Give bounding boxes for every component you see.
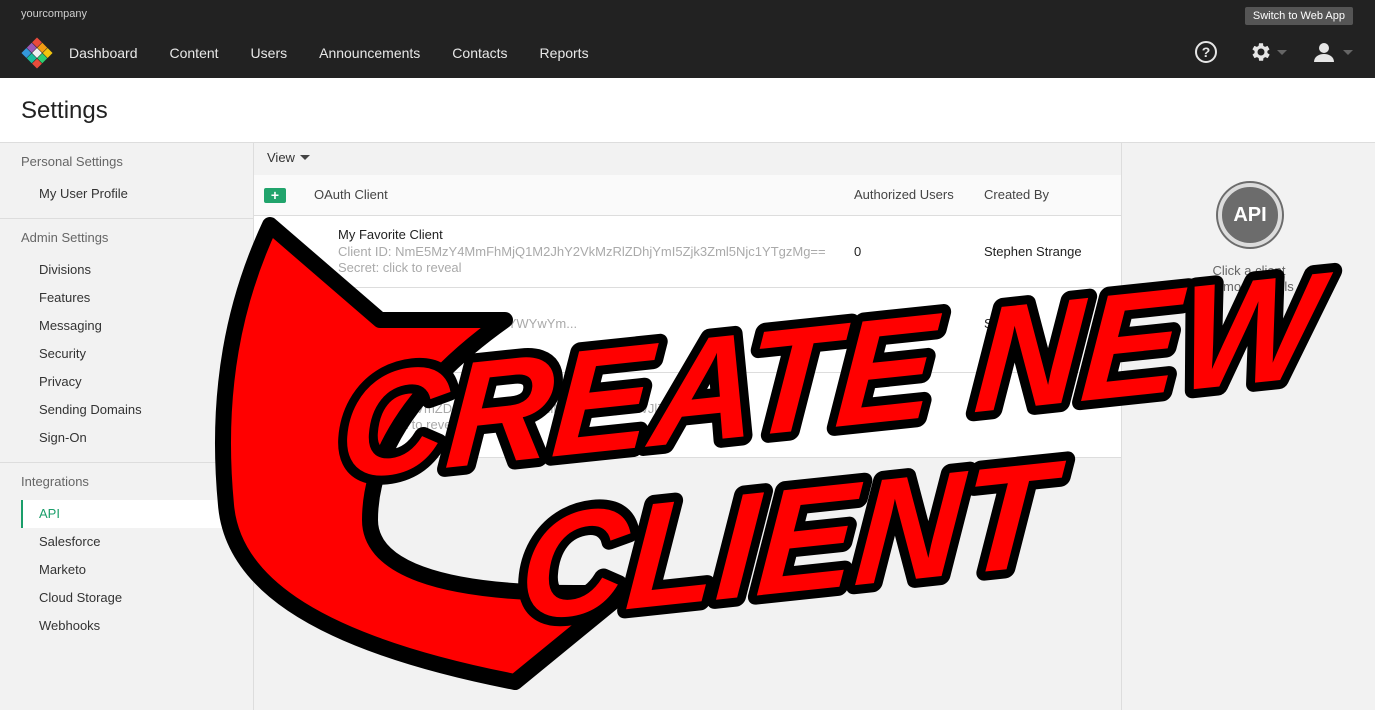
integrations-section: Integrations API Salesforce Marketo Clou… — [0, 463, 253, 650]
section-heading: Integrations — [21, 474, 89, 489]
sidebar-item-salesforce[interactable]: Salesforce — [0, 528, 229, 556]
nav-contacts[interactable]: Contacts — [452, 45, 507, 61]
column-header-created-by[interactable]: Created By — [984, 187, 1049, 202]
top-navigation-bar: yourcompany Switch to Web App Dashboard … — [0, 0, 1375, 78]
table-row[interactable]: Client ID: ...wZTBiODJlZmMxYWYwYm... Sec… — [254, 288, 1121, 373]
sidebar-item-divisions[interactable]: Divisions — [0, 256, 229, 284]
nav-announcements[interactable]: Announcements — [319, 45, 420, 61]
chevron-down-icon[interactable] — [1277, 49, 1287, 55]
sidebar-item-webhooks[interactable]: Webhooks — [0, 612, 229, 640]
add-client-button[interactable]: + — [264, 188, 286, 203]
section-heading: Admin Settings — [21, 230, 109, 245]
client-name: My Favorite Client — [338, 227, 443, 242]
sidebar-item-messaging[interactable]: Messaging — [0, 312, 229, 340]
personal-settings-section: Personal Settings My User Profile — [0, 143, 253, 219]
details-hint-line2: for more details — [1204, 279, 1294, 294]
client-id: Client ID: ...wZTBiODJlZmMxYWYwYm... — [338, 316, 578, 331]
table-row[interactable]: Client ID: ...DVmZDQ3YWVlMzIwZjdiMWY0ZTQ… — [254, 373, 1121, 458]
created-by: S... — [984, 316, 1004, 331]
sidebar-item-my-user-profile[interactable]: My User Profile — [0, 180, 229, 208]
sidebar-item-sending-domains[interactable]: Sending Domains — [0, 396, 229, 424]
main-content: View + OAuth Client Authorized Users Cre… — [254, 143, 1121, 710]
sidebar-item-api[interactable]: API — [21, 500, 229, 528]
sidebar-item-privacy[interactable]: Privacy — [0, 368, 229, 396]
table-header: + OAuth Client Authorized Users Created … — [254, 175, 1121, 216]
details-hint-line1: Click a client — [1212, 263, 1286, 278]
oauth-clients-table: + OAuth Client Authorized Users Created … — [254, 175, 1121, 458]
column-header-authorized-users[interactable]: Authorized Users — [854, 187, 954, 202]
secret-reveal-link[interactable]: Secret: click to reveal — [338, 417, 462, 432]
switch-to-web-app-button[interactable]: Switch to Web App — [1244, 7, 1353, 25]
sidebar-item-cloud-storage[interactable]: Cloud Storage — [0, 584, 229, 612]
gear-icon[interactable] — [1249, 40, 1273, 64]
table-row[interactable]: My Favorite Client Client ID: NmE5MzY4Mm… — [254, 216, 1121, 288]
client-id: Client ID: ...DVmZDQ3YWVlMzIwZjdiMWY0ZTQ… — [338, 401, 741, 416]
client-id: Client ID: NmE5MzY4MmFhMjQ1M2JhY2VkMzRlZ… — [338, 244, 826, 259]
view-dropdown[interactable]: View — [254, 143, 1121, 175]
page-header: Settings — [0, 78, 1375, 143]
sidebar-item-sign-on[interactable]: Sign-On — [0, 424, 229, 452]
nav-reports[interactable]: Reports — [540, 45, 589, 61]
secret-reveal-link[interactable]: Secret: click to reveal — [338, 260, 462, 275]
settings-sidebar: Personal Settings My User Profile Admin … — [0, 143, 254, 710]
section-heading: Personal Settings — [21, 154, 123, 169]
app-logo-icon[interactable] — [21, 37, 53, 69]
top-right-icons: ? — [1195, 40, 1353, 64]
created-by: Stephen Strange — [984, 244, 1082, 259]
authorized-users-count: 0 — [854, 244, 862, 259]
main-nav: Dashboard Content Users Announcements Co… — [69, 45, 621, 61]
nav-users[interactable]: Users — [251, 45, 288, 61]
chevron-down-icon[interactable] — [1343, 49, 1353, 55]
sidebar-item-features[interactable]: Features — [0, 284, 229, 312]
user-avatar-icon[interactable] — [1313, 41, 1335, 63]
client-details-panel: API Click a client for more details — [1121, 143, 1375, 710]
chevron-down-icon — [299, 155, 310, 160]
nav-dashboard[interactable]: Dashboard — [69, 45, 138, 61]
nav-content[interactable]: Content — [170, 45, 219, 61]
secret-reveal-link[interactable]: Secret: click to reveal — [338, 332, 462, 347]
sidebar-item-security[interactable]: Security — [0, 340, 229, 368]
api-icon: API — [1218, 183, 1282, 247]
view-label: View — [267, 150, 295, 165]
help-icon[interactable]: ? — [1195, 41, 1217, 63]
company-name: yourcompany — [21, 8, 88, 20]
column-header-oauth-client[interactable]: OAuth Client — [314, 187, 388, 202]
sidebar-item-marketo[interactable]: Marketo — [0, 556, 229, 584]
details-hint: Click a client for more details — [1122, 263, 1375, 295]
admin-settings-section: Admin Settings Divisions Features Messag… — [0, 219, 253, 463]
page-title: Settings — [21, 97, 108, 124]
